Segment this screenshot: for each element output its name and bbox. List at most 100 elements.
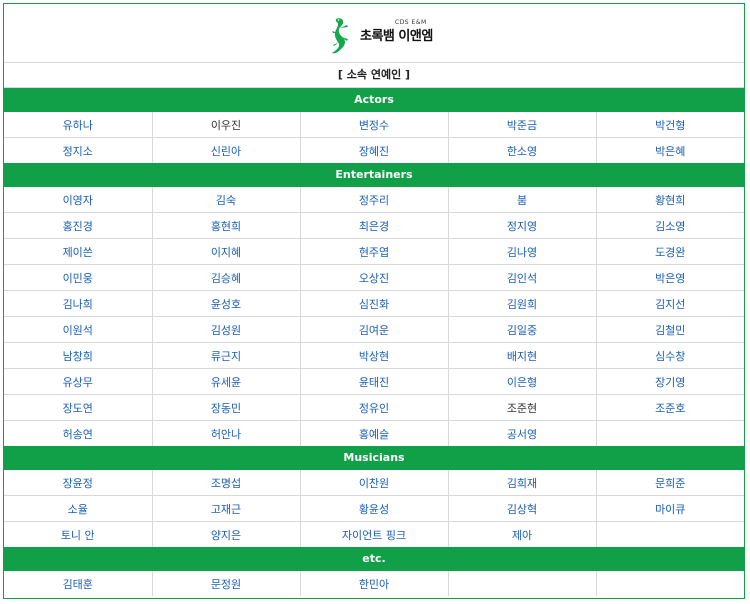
artist-cell[interactable]: 홍진경: [4, 212, 153, 239]
section-header: etc.: [4, 547, 744, 571]
roster-frame: CDS E&M 초록뱀 이앤엠 [ 소속 연예인 ] Actors 유하나 이우진 변…: [3, 3, 745, 599]
table-row: 이원석 김성원 김여운 김일중 김철민: [4, 316, 744, 343]
artist-cell[interactable]: 장기영: [596, 368, 744, 395]
logo-row: CDS E&M 초록뱀 이앤엠: [4, 4, 744, 63]
artist-cell[interactable]: 윤태진: [300, 368, 449, 395]
table-row: 홍진경 홍현희 최은경 정지영 김소영: [4, 212, 744, 239]
artist-cell[interactable]: 정유인: [300, 394, 449, 421]
artist-cell[interactable]: 이영자: [4, 187, 153, 213]
artist-cell[interactable]: 김태훈: [4, 571, 153, 596]
table-row: 유상무 유세윤 윤태진 이은형 장기영: [4, 368, 744, 395]
artist-cell[interactable]: 이찬원: [300, 470, 449, 496]
artist-cell[interactable]: 유상무: [4, 368, 153, 395]
artist-cell[interactable]: 조명섭: [152, 470, 301, 496]
artist-cell[interactable]: 김성원: [152, 316, 301, 343]
artist-cell[interactable]: 정지소: [4, 137, 153, 163]
artist-cell[interactable]: 신린아: [152, 137, 301, 163]
artist-cell[interactable]: 박상현: [300, 342, 449, 369]
table-row: 이영자 김숙 정주리 붐 황현희: [4, 187, 744, 213]
table-row: 소율 고재근 황윤성 김상혁 마이큐: [4, 495, 744, 522]
empty-cell: [596, 522, 744, 548]
artist-cell[interactable]: 심수창: [596, 342, 744, 369]
artist-cell[interactable]: 문정원: [152, 571, 301, 596]
artist-cell[interactable]: 김인석: [448, 264, 597, 291]
company-logo[interactable]: CDS E&M 초록뱀 이앤엠: [330, 15, 440, 55]
artist-cell[interactable]: 현주엽: [300, 238, 449, 265]
artist-cell[interactable]: 홍예슬: [300, 420, 449, 446]
artist-cell[interactable]: 장윤정: [4, 470, 153, 496]
artist-cell[interactable]: 허안나: [152, 420, 301, 446]
empty-cell: [596, 571, 744, 596]
artist-cell[interactable]: 고재근: [152, 495, 301, 522]
artist-cell[interactable]: 이지혜: [152, 238, 301, 265]
artist-cell[interactable]: 박은혜: [596, 138, 744, 164]
artist-cell[interactable]: 김희재: [448, 470, 597, 496]
artist-cell[interactable]: 윤성호: [152, 290, 301, 317]
artist-cell[interactable]: 조준호: [596, 394, 744, 421]
artist-cell[interactable]: 장동민: [152, 394, 301, 421]
artist-cell[interactable]: 공서영: [448, 420, 597, 446]
artist-cell[interactable]: 마이큐: [596, 495, 744, 522]
artist-cell[interactable]: 배지현: [448, 342, 597, 369]
artist-cell[interactable]: 김일중: [448, 316, 597, 343]
artist-cell[interactable]: 이원석: [4, 316, 153, 343]
artist-cell[interactable]: 김숙: [152, 187, 301, 213]
artist-cell[interactable]: 도경완: [596, 238, 744, 265]
section-header: Musicians: [4, 446, 744, 470]
artist-cell[interactable]: 양지은: [152, 521, 301, 547]
artist-cell[interactable]: 제아: [448, 521, 597, 547]
section-table: 김태훈 문정원 한민아: [4, 571, 744, 596]
artist-cell[interactable]: 홍현희: [152, 212, 301, 239]
artist-cell[interactable]: 허송연: [4, 420, 153, 446]
table-row: 제이쓴 이지혜 현주엽 김나영 도경완: [4, 238, 744, 265]
artist-cell[interactable]: 토니 안: [4, 521, 153, 547]
artist-cell[interactable]: 소율: [4, 495, 153, 522]
artist-cell[interactable]: 김승혜: [152, 264, 301, 291]
artist-cell[interactable]: 유하나: [4, 112, 153, 138]
artist-cell[interactable]: 박준금: [448, 112, 597, 138]
section-table: 장윤정 조명섭 이찬원 김희재 문희준 소율 고재근 황윤성 김상혁 마이큐 토니 안 양지은 자이언트…: [4, 470, 744, 547]
artist-cell[interactable]: 오상진: [300, 264, 449, 291]
artist-cell[interactable]: 박건형: [596, 112, 744, 138]
logo-wordmark: 초록뱀 이앤엠: [360, 29, 433, 44]
artist-cell[interactable]: 장혜진: [300, 137, 449, 163]
table-row: 장윤정 조명섭 이찬원 김희재 문희준: [4, 470, 744, 496]
table-row: 이민웅 김승혜 오상진 김인석 박은영: [4, 264, 744, 291]
artist-cell[interactable]: 박은영: [596, 264, 744, 291]
artist-cell[interactable]: 김나희: [4, 290, 153, 317]
artist-cell[interactable]: 유세윤: [152, 368, 301, 395]
artist-cell[interactable]: 이은형: [448, 368, 597, 395]
artist-cell[interactable]: 최은경: [300, 212, 449, 239]
artist-cell[interactable]: 황윤성: [300, 495, 449, 522]
artist-cell[interactable]: 정주리: [300, 187, 449, 213]
artist-cell[interactable]: 한민아: [300, 571, 449, 596]
table-row: 장도연 장동민 정유인 조준현 조준호: [4, 394, 744, 421]
artist-cell[interactable]: 붐: [448, 187, 597, 213]
table-row: 김태훈 문정원 한민아: [4, 571, 744, 596]
table-row: 허송연 허안나 홍예슬 공서영: [4, 420, 744, 447]
artist-cell[interactable]: 김나영: [448, 238, 597, 265]
artist-cell[interactable]: 제이쓴: [4, 238, 153, 265]
empty-cell: [448, 571, 597, 596]
artist-cell[interactable]: 한소영: [448, 137, 597, 163]
artist-cell[interactable]: 심진화: [300, 290, 449, 317]
artist-cell[interactable]: 장도연: [4, 394, 153, 421]
artist-cell[interactable]: 이민웅: [4, 264, 153, 291]
artist-cell[interactable]: 김지선: [596, 290, 744, 317]
artist-cell[interactable]: 김상혁: [448, 495, 597, 522]
empty-cell: [596, 421, 744, 447]
artist-cell[interactable]: 류근지: [152, 342, 301, 369]
artist-cell[interactable]: 김소영: [596, 212, 744, 239]
artist-cell[interactable]: 남창희: [4, 342, 153, 369]
artist-cell[interactable]: 김원희: [448, 290, 597, 317]
artist-cell[interactable]: 자이언트 핑크: [300, 521, 449, 547]
artist-cell[interactable]: 변정수: [300, 112, 449, 138]
artist-cell[interactable]: 김여운: [300, 316, 449, 343]
artist-cell[interactable]: 문희준: [596, 470, 744, 496]
artist-cell[interactable]: 김철민: [596, 316, 744, 343]
artist-cell: 조준현: [448, 394, 597, 421]
artist-cell[interactable]: 황현희: [596, 187, 744, 213]
table-row: 정지소 신린아 장혜진 한소영 박은혜: [4, 137, 744, 164]
table-row: 김나희 윤성호 심진화 김원희 김지선: [4, 290, 744, 317]
artist-cell[interactable]: 정지영: [448, 212, 597, 239]
